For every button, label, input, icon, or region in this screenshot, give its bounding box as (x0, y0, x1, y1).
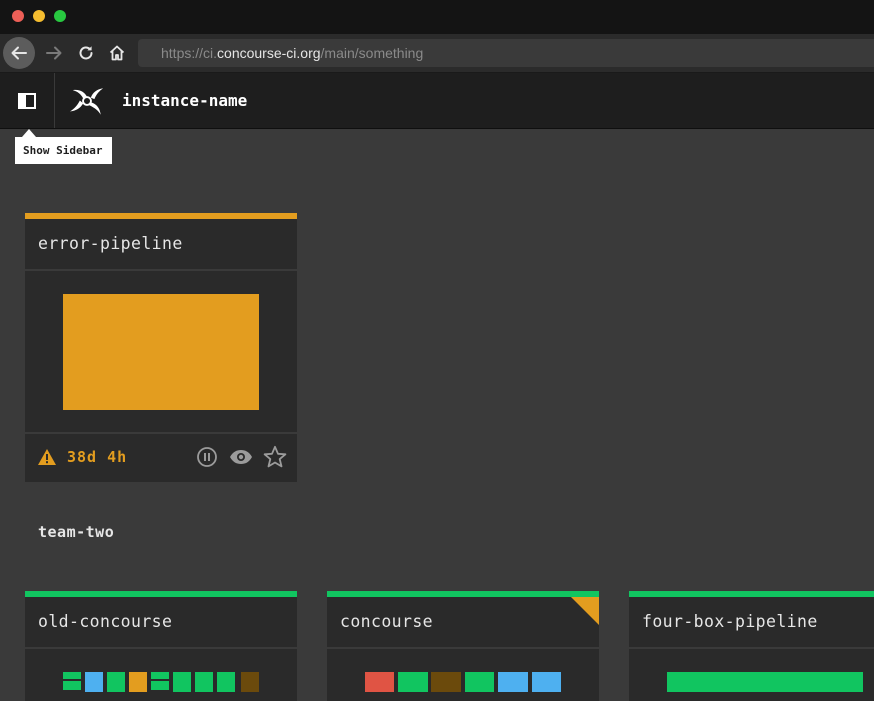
job-box[interactable] (532, 672, 561, 692)
concourse-logo-icon[interactable] (68, 83, 106, 119)
minimize-window-button[interactable] (33, 10, 45, 22)
favorite-button[interactable] (263, 445, 287, 469)
arrow-left-icon (11, 46, 27, 60)
browser-toolbar: https://ci.concourse-ci.org/main/somethi… (0, 34, 874, 73)
job-box[interactable] (107, 672, 125, 692)
home-icon (109, 45, 125, 61)
sidebar-icon (18, 92, 36, 109)
instance-name: instance-name (122, 91, 248, 110)
job-box[interactable] (241, 672, 259, 692)
pipeline-card-header: old-concourse (25, 597, 297, 649)
visibility-button[interactable] (229, 445, 253, 469)
pipeline-preview[interactable] (629, 649, 874, 701)
job-box[interactable] (365, 672, 394, 692)
back-button[interactable] (3, 37, 35, 69)
window-titlebar (0, 0, 874, 34)
pipeline-name[interactable]: error-pipeline (38, 219, 183, 269)
pause-button[interactable] (195, 445, 219, 469)
sidebar-toggle-button[interactable] (0, 73, 55, 128)
job-box[interactable] (63, 672, 81, 679)
pipeline-name[interactable]: concourse (340, 597, 433, 647)
job-box[interactable] (173, 672, 191, 692)
sidebar-tooltip: Show Sidebar (15, 137, 112, 164)
job-box[interactable] (129, 672, 147, 692)
pipeline-card-old-concourse[interactable]: old-concourse (25, 591, 297, 701)
warning-icon (38, 449, 56, 465)
pipeline-card-error-pipeline[interactable]: error-pipeline 38d 4h (25, 213, 297, 482)
eye-icon (230, 450, 252, 464)
url-prefix: https://ci. (161, 45, 218, 61)
arrow-right-icon (46, 46, 62, 60)
pipeline-name[interactable]: old-concourse (38, 597, 172, 647)
team-name: team-two (38, 523, 115, 541)
job-box[interactable] (151, 672, 169, 679)
reload-button[interactable] (70, 37, 102, 69)
job-box[interactable] (217, 672, 235, 692)
pipeline-preview[interactable] (25, 649, 297, 701)
tooltip-arrow (22, 129, 36, 137)
pipeline-card-header: four-box-pipeline (629, 597, 874, 649)
close-window-button[interactable] (12, 10, 24, 22)
job-box[interactable] (667, 672, 863, 692)
home-button[interactable] (101, 37, 133, 69)
pipeline-card-header: error-pipeline (25, 219, 297, 271)
maximize-window-button[interactable] (54, 10, 66, 22)
star-icon (263, 445, 287, 468)
pipeline-card-four-box-pipeline[interactable]: four-box-pipeline (629, 591, 874, 701)
pipeline-preview[interactable] (327, 649, 599, 701)
pause-icon (197, 447, 217, 467)
job-box[interactable] (151, 681, 169, 690)
pipeline-card-footer: 38d 4h (25, 432, 297, 482)
job-box[interactable] (431, 672, 461, 692)
pipeline-preview[interactable] (25, 271, 297, 432)
top-bar: instance-name (0, 73, 874, 129)
job-box[interactable] (63, 681, 81, 690)
job-box[interactable] (498, 672, 528, 692)
pipeline-status-text: 38d 4h (67, 448, 128, 466)
pipeline-card-concourse[interactable]: concourse (327, 591, 599, 701)
address-bar[interactable]: https://ci.concourse-ci.org/main/somethi… (138, 39, 874, 67)
pipeline-name[interactable]: four-box-pipeline (642, 597, 818, 647)
url-host: concourse-ci.org (217, 45, 321, 61)
url-path: /main/something (320, 45, 424, 61)
job-box[interactable] (63, 294, 259, 410)
job-box[interactable] (85, 672, 103, 692)
pipeline-card-header: concourse (327, 597, 599, 649)
job-box[interactable] (195, 672, 213, 692)
reload-icon (79, 46, 93, 60)
forward-button[interactable] (38, 37, 70, 69)
job-box[interactable] (465, 672, 494, 692)
job-box[interactable] (398, 672, 428, 692)
